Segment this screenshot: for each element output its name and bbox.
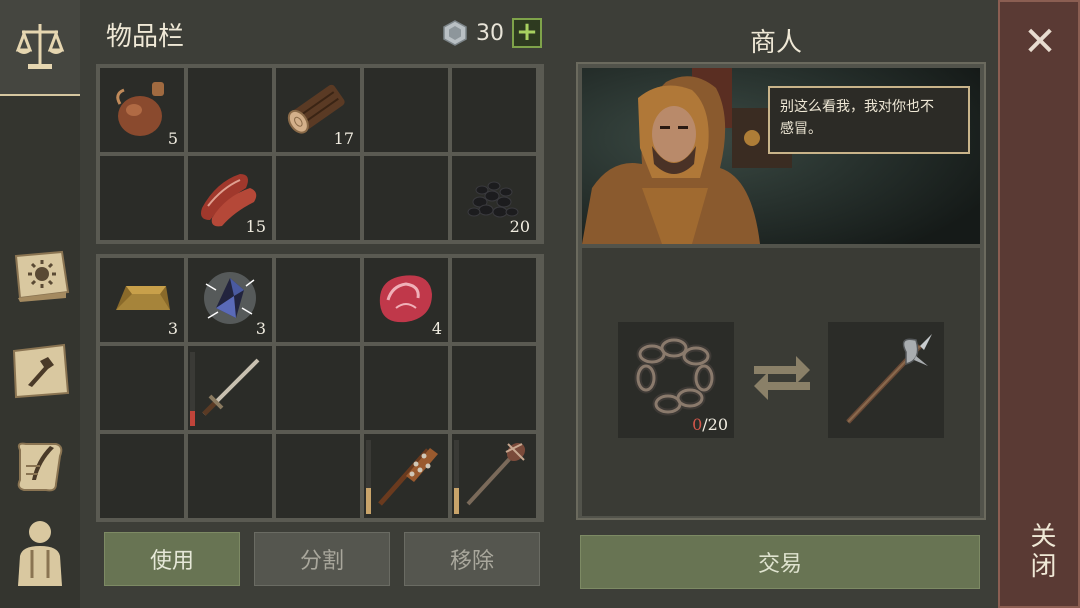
inventory-slot[interactable]: 3 [100,258,184,342]
merchant-panel: 别这么看我，我对你也不 感冒。 0/20 [576,62,986,520]
inventory-grid-top: 5 17 15 20 [96,64,544,244]
inventory-slot[interactable]: 17 [276,68,360,152]
trade-area: 0/20 [582,248,980,516]
inventory-slot[interactable] [364,156,448,240]
halberd-icon [846,334,932,424]
speech-line-1: 别这么看我，我对你也不 [780,99,934,115]
inventory-slot[interactable] [276,258,360,342]
spiked-club-icon [378,448,438,506]
merchant-title: 商人 [750,28,803,58]
inventory-slot[interactable] [452,68,536,152]
inventory-slot[interactable] [364,346,448,430]
durability-bar [190,352,195,426]
chain-icon [634,336,716,416]
inventory-slot[interactable] [364,68,448,152]
inventory-slot[interactable] [452,434,536,518]
item-count: 5 [167,129,178,148]
inventory-slot[interactable] [100,346,184,430]
inventory-slot[interactable] [276,156,360,240]
inventory-slot[interactable]: 3 [188,258,272,342]
speech-line-2: 感冒。 [780,121,822,137]
durability-bar [366,440,371,514]
trade-give-slot[interactable]: 0/20 [618,322,734,438]
item-count: 20 [509,217,530,236]
inventory-slot[interactable]: 5 [100,68,184,152]
durability-bar [454,440,459,514]
inventory-slot[interactable] [188,68,272,152]
inventory-slot[interactable] [452,346,536,430]
trade-receive-slot[interactable] [828,322,944,438]
steak-icon [379,275,432,323]
item-count: 4 [431,319,442,338]
trade-have-count: 0 [692,415,703,434]
sword-icon [202,358,260,416]
sun-book-icon[interactable] [4,240,76,312]
inventory-slot[interactable] [188,434,272,518]
mace-icon [466,442,526,506]
coin-value: 30 [476,20,504,46]
item-count: 3 [167,319,178,338]
scales-icon[interactable] [4,10,76,82]
side-nav [0,0,80,608]
inventory-slot[interactable] [188,346,272,430]
remove-button[interactable]: 移除 [404,532,540,586]
character-icon[interactable] [4,520,76,592]
swap-arrows-icon [754,356,810,400]
inventory-slot[interactable] [276,346,360,430]
coin-icon [443,20,467,46]
merchant-portrait: 别这么看我，我对你也不 感冒。 [582,68,980,244]
trade-screen: 物品栏 30 + 5 17 15 20 3 3 4 使用 分割 移除 商人 别这么看… [80,0,998,608]
inventory-slot[interactable]: 4 [364,258,448,342]
item-count: 15 [245,217,266,236]
inventory-slot[interactable] [100,434,184,518]
inventory-slot[interactable]: 15 [188,156,272,240]
inventory-slot[interactable] [276,434,360,518]
trade-give-count: 0/20 [692,415,728,434]
inventory-slot[interactable]: 20 [452,156,536,240]
scroll-quill-icon[interactable] [4,430,76,502]
inventory-slot[interactable] [452,258,536,342]
split-button[interactable]: 分割 [254,532,390,586]
inventory-title: 物品栏 [106,22,185,52]
inventory-grid-bottom: 3 3 4 [96,254,544,522]
close-icon[interactable]: ✕ [1020,22,1060,62]
inventory-slot[interactable] [100,156,184,240]
trade-need-count: /20 [702,415,728,434]
crystal-icon [204,272,256,324]
close-rail[interactable]: ✕ 关闭 [998,0,1080,608]
flask-icon [116,82,164,136]
trade-button[interactable]: 交易 [580,535,980,589]
gold-ingot-icon [116,286,170,310]
craft-hammer-icon[interactable] [4,335,76,407]
inventory-slot[interactable] [364,434,448,518]
item-count: 3 [255,319,266,338]
close-label[interactable]: 关闭 [1020,522,1060,592]
add-coins-button[interactable]: + [512,18,542,48]
merchant-speech-bubble: 别这么看我，我对你也不 感冒。 [768,86,970,154]
coin-counter: 30 + [442,18,542,48]
use-button[interactable]: 使用 [104,532,240,586]
item-count: 17 [333,129,354,148]
